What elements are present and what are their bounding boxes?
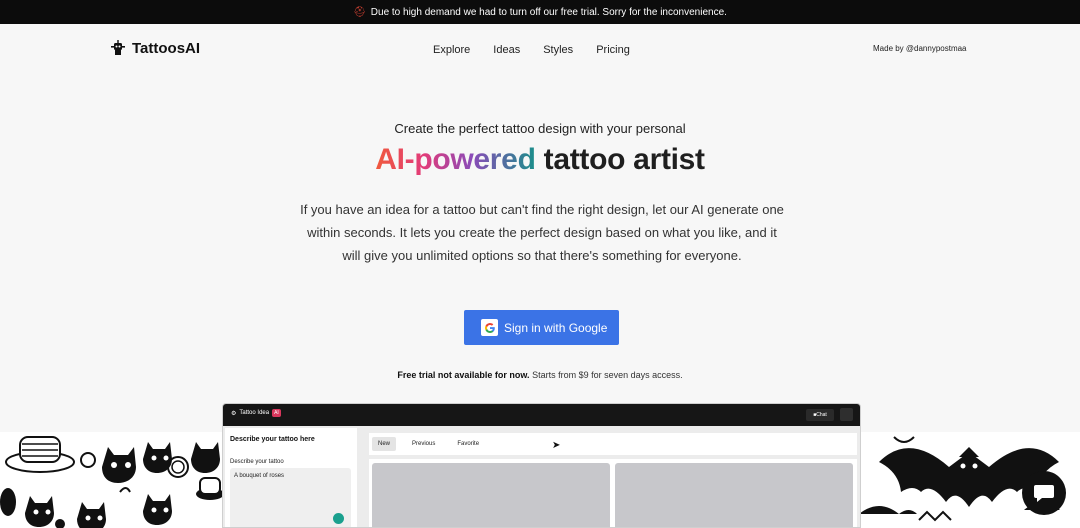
announcement-banner: ⛑ Due to high demand we had to turn off … [0, 0, 1080, 24]
app-preview-logo: ⚙ Tattoo Idea AI [231, 409, 281, 417]
tab-previous[interactable]: Previous [406, 437, 441, 451]
google-signin-button[interactable]: Sign in with Google [464, 310, 619, 345]
describe-label: Describe your tattoo [230, 459, 284, 465]
google-signin-label: Sign in with Google [504, 320, 608, 335]
app-preview-results [369, 459, 857, 527]
logo-text: TattoosAI [132, 39, 201, 57]
app-preview: ⚙ Tattoo Idea AI ■ Chat Describe your ta… [222, 403, 861, 528]
nav-links: Explore Ideas Styles Pricing [433, 44, 630, 56]
ai-badge: AI [272, 409, 281, 417]
mouse-cursor-icon: ➤ [552, 440, 561, 451]
trial-notice: Free trial not available for now. Starts… [0, 370, 1080, 380]
describe-heading: Describe your tattoo here [230, 436, 315, 443]
chat-bubble-icon [1034, 485, 1054, 502]
hero-title: AI-powered tattoo artist [0, 143, 1080, 177]
site-logo[interactable]: TattoosAI [108, 38, 200, 58]
hero-title-rest: tattoo artist [535, 143, 705, 176]
app-preview-logo-text: Tattoo Idea [239, 410, 270, 416]
app-preview-sidebar: Describe your tattoo here Describe your … [225, 428, 357, 527]
google-icon [481, 319, 498, 336]
nav-ideas[interactable]: Ideas [493, 44, 520, 56]
nav-pricing[interactable]: Pricing [596, 44, 630, 56]
generate-icon[interactable] [333, 513, 344, 524]
cat-tattoo-art-left [0, 432, 224, 528]
siren-icon: ⛑ [353, 6, 366, 18]
made-by-link[interactable]: Made by @dannypostmaa [873, 44, 967, 53]
app-preview-tabs: New Previous Favorite [369, 433, 857, 455]
hero-description: If you have an idea for a tattoo but can… [300, 202, 784, 263]
nav-explore[interactable]: Explore [433, 44, 470, 56]
app-preview-chat-label: Chat [816, 412, 827, 418]
banner-text: Due to high demand we had to turn off ou… [370, 6, 727, 18]
app-preview-chat-button[interactable]: ■ Chat [806, 409, 834, 421]
support-chat-button[interactable] [1022, 471, 1066, 515]
result-placeholder [615, 463, 853, 527]
hero-subtitle: Create the perfect tattoo design with yo… [394, 121, 686, 136]
tab-new[interactable]: New [372, 437, 397, 451]
hero-title-gradient: AI-powered [375, 143, 536, 176]
tab-favorite[interactable]: Favorite [451, 437, 485, 451]
trial-rest: Starts from $9 for seven days access. [529, 370, 683, 380]
app-preview-main: New Previous Favorite [369, 433, 857, 527]
nav-styles[interactable]: Styles [543, 44, 573, 56]
app-preview-avatar[interactable] [840, 408, 853, 421]
result-placeholder [372, 463, 610, 527]
top-nav: TattoosAI Explore Ideas Styles Pricing M… [0, 24, 1080, 76]
robot-icon: ⚙ [231, 410, 237, 417]
trial-bold: Free trial not available for now. [397, 370, 530, 380]
app-preview-header: ⚙ Tattoo Idea AI ■ Chat [223, 404, 860, 426]
robot-logo-icon [111, 40, 125, 55]
